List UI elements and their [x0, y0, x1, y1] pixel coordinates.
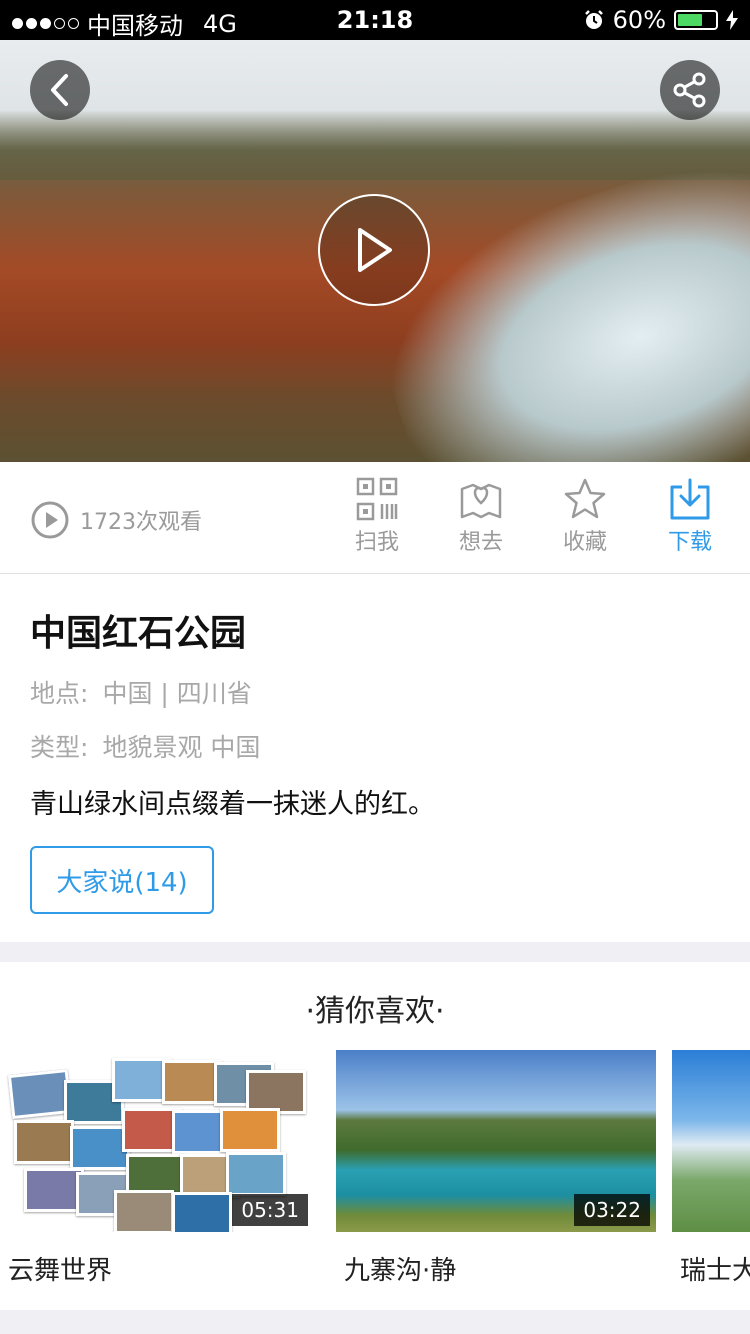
battery-percent: 60%	[612, 6, 666, 34]
download-label: 下载	[667, 530, 712, 555]
play-icon	[358, 228, 392, 272]
charging-icon	[726, 10, 738, 30]
download-icon	[670, 478, 710, 520]
chevron-left-icon	[51, 74, 68, 106]
video-card[interactable]: 05:31 云舞世界	[0, 1050, 314, 1287]
comments-button[interactable]: 大家说(14)	[30, 846, 214, 914]
favorite-label: 收藏	[562, 530, 607, 555]
star-icon	[564, 478, 606, 519]
want-to-go-label: 想去	[458, 530, 503, 555]
type-label: 类型:	[30, 733, 89, 762]
download-button[interactable]: 下载	[650, 474, 730, 556]
video-thumbnail	[672, 1050, 750, 1232]
recommend-title: ·猜你喜欢·	[305, 994, 445, 1029]
type-row: 类型: 地貌景观 中国	[30, 728, 260, 764]
video-card[interactable]: 瑞士大	[672, 1050, 750, 1287]
page-title: 中国红石公园	[30, 613, 247, 654]
location-value: 中国 | 四川省	[102, 679, 252, 708]
share-icon	[673, 72, 706, 108]
back-button[interactable]	[30, 60, 90, 120]
view-count-text: 1723次观看	[80, 510, 202, 535]
want-to-go-button[interactable]: 想去	[441, 474, 521, 556]
video-card[interactable]: 03:22 九寨沟·静	[336, 1050, 656, 1287]
share-button[interactable]	[660, 60, 720, 120]
type-value: 地貌景观 中国	[102, 733, 261, 762]
scan-button[interactable]: 扫我	[337, 474, 417, 556]
status-right: 60%	[583, 6, 738, 34]
action-bar: 1723次观看 扫我 想去 收藏 下载	[0, 462, 750, 574]
video-title: 云舞世界	[8, 1256, 113, 1286]
video-thumbnail: 03:22	[336, 1050, 656, 1232]
view-count: 1723次观看	[30, 500, 202, 540]
favorite-button[interactable]: 收藏	[545, 474, 625, 556]
video-title: 瑞士大	[680, 1256, 750, 1286]
duration-badge: 03:22	[574, 1194, 650, 1226]
location-row: 地点: 中国 | 四川省	[30, 674, 252, 710]
alarm-icon	[584, 10, 603, 29]
status-bar: 中国移动 4G 21:18 60%	[0, 0, 750, 40]
duration-badge: 05:31	[232, 1194, 308, 1226]
video-thumbnail: 05:31	[0, 1050, 314, 1232]
hero-video[interactable]	[0, 40, 750, 462]
video-title: 九寨沟·静	[344, 1256, 457, 1286]
location-label: 地点:	[30, 679, 89, 708]
play-circle-icon	[31, 501, 69, 539]
info-section: 中国红石公园 地点: 中国 | 四川省 类型: 地貌景观 中国 青山绿水间点缀着一抹…	[0, 574, 750, 942]
qr-code-icon	[356, 477, 398, 521]
recommend-section: ·猜你喜欢· 05:31 云舞世界 03:22 九寨沟·静 瑞士大	[0, 962, 750, 1310]
map-heart-icon	[460, 483, 502, 519]
description: 青山绿水间点缀着一抹迷人的红。	[30, 789, 435, 820]
scan-label: 扫我	[354, 530, 399, 555]
play-button[interactable]	[318, 194, 430, 306]
battery-icon	[674, 10, 718, 30]
